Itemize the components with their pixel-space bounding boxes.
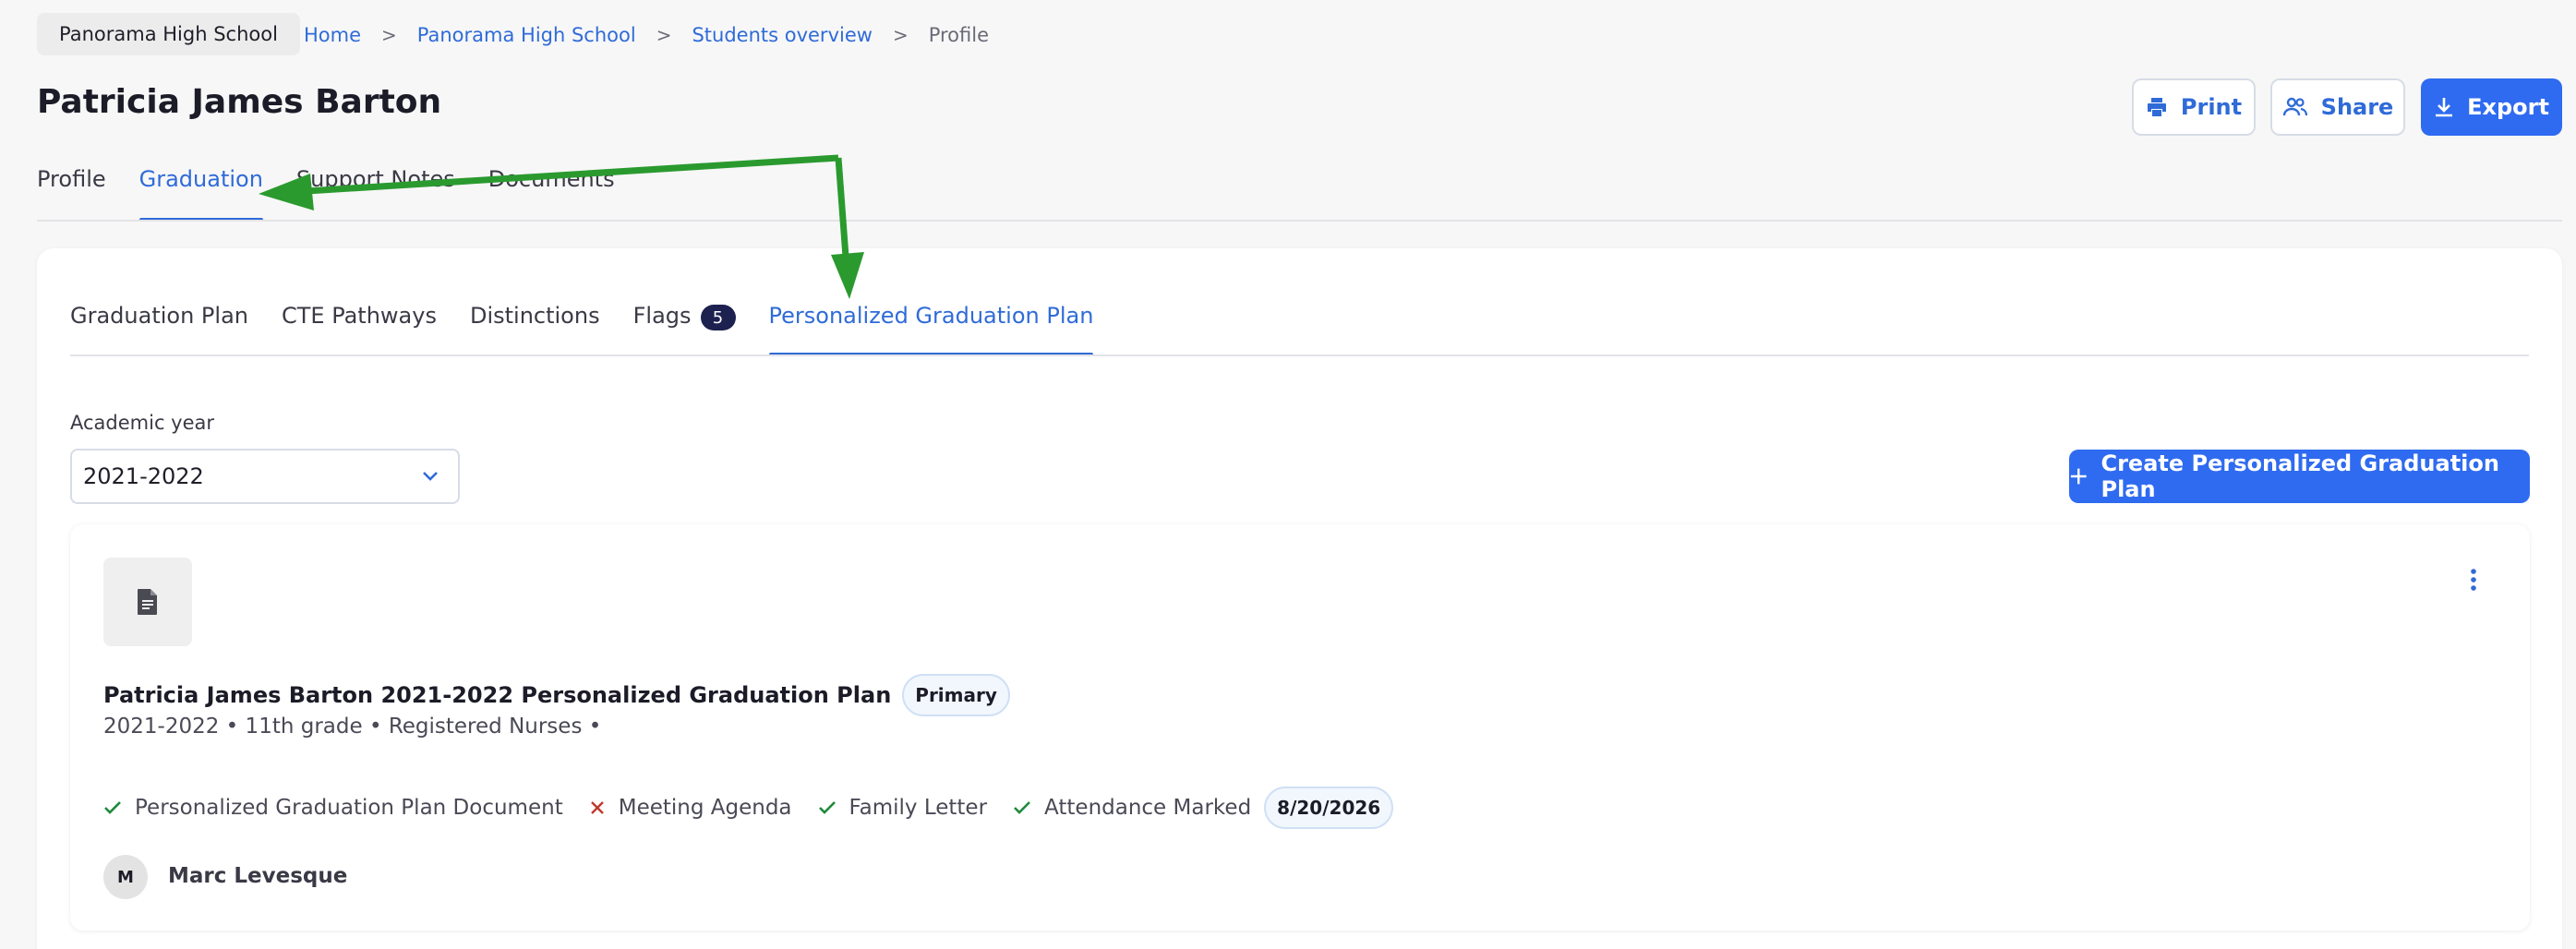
tab-distinctions[interactable]: Distinctions bbox=[470, 303, 600, 354]
checklist-label: Family Letter bbox=[849, 796, 988, 820]
tab-documents[interactable]: Documents bbox=[488, 166, 615, 220]
avatar: M bbox=[103, 855, 148, 899]
tab-label: Personalized Graduation Plan bbox=[768, 303, 1094, 329]
tab-graduation-plan[interactable]: Graduation Plan bbox=[70, 303, 248, 354]
export-label: Export bbox=[2467, 94, 2549, 120]
plan-title[interactable]: Patricia James Barton 2021-2022 Personal… bbox=[103, 682, 891, 708]
breadcrumb-separator: > bbox=[892, 24, 909, 46]
checklist-item: Personalized Graduation Plan Document bbox=[103, 796, 563, 820]
check-icon bbox=[818, 801, 836, 814]
checklist-label: Personalized Graduation Plan Document bbox=[135, 796, 563, 820]
breadcrumb-students-overview[interactable]: Students overview bbox=[692, 24, 872, 46]
chevron-down-icon bbox=[423, 472, 438, 481]
arrow-to-personalized-tab bbox=[835, 157, 849, 258]
academic-year-value: 2021-2022 bbox=[83, 463, 204, 489]
checklist-item: Attendance Marked bbox=[1013, 796, 1251, 820]
breadcrumb-separator: > bbox=[656, 24, 672, 46]
download-icon bbox=[2436, 98, 2453, 117]
attendance-date-badge: 8/20/2026 bbox=[1264, 787, 1394, 829]
tab-label: CTE Pathways bbox=[281, 303, 437, 329]
create-button-label: Create Personalized Graduation Plan bbox=[2101, 450, 2499, 502]
plan-title-row: Patricia James Barton 2021-2022 Personal… bbox=[103, 674, 1010, 716]
share-button[interactable]: Share bbox=[2270, 78, 2405, 136]
breadcrumb-school[interactable]: Panorama High School bbox=[417, 24, 636, 46]
academic-year-select[interactable]: 2021-2022 bbox=[70, 449, 460, 504]
breadcrumb-separator: > bbox=[381, 24, 397, 46]
print-button[interactable]: Print bbox=[2132, 78, 2256, 136]
tab-support-notes[interactable]: Support Notes bbox=[296, 166, 455, 220]
checklist-item: Family Letter bbox=[818, 796, 988, 820]
print-label: Print bbox=[2180, 94, 2243, 120]
document-icon bbox=[138, 589, 157, 615]
more-options-icon[interactable] bbox=[2460, 563, 2487, 596]
checklist-item: Meeting Agenda bbox=[589, 796, 792, 820]
tab-label: Flags bbox=[632, 303, 692, 329]
breadcrumb-current: Profile bbox=[928, 24, 989, 46]
export-button[interactable]: Export bbox=[2421, 78, 2562, 136]
check-icon bbox=[1014, 801, 1030, 814]
breadcrumb-home[interactable]: Home bbox=[304, 24, 361, 46]
tab-graduation[interactable]: Graduation bbox=[138, 166, 264, 222]
academic-year-label: Academic year bbox=[70, 412, 215, 434]
share-label: Share bbox=[2320, 94, 2394, 120]
tab-label: Graduation Plan bbox=[70, 303, 248, 329]
tab-flags[interactable]: Flags 5 bbox=[633, 303, 736, 354]
checklist-label: Meeting Agenda bbox=[618, 796, 792, 820]
printer-icon bbox=[2147, 98, 2166, 116]
checklist-label: Attendance Marked bbox=[1044, 796, 1252, 820]
flags-count-badge: 5 bbox=[700, 305, 736, 330]
people-icon bbox=[2282, 97, 2307, 116]
page-title: Patricia James Barton bbox=[37, 83, 442, 121]
main-tabs-divider bbox=[37, 220, 2562, 222]
sub-tabs: Graduation Plan CTE Pathways Distinction… bbox=[70, 303, 1126, 356]
document-tile bbox=[103, 558, 192, 646]
check-icon bbox=[104, 801, 121, 814]
main-tabs: Profile Graduation Support Notes Documen… bbox=[37, 166, 648, 222]
plan-checklist: Personalized Graduation Plan Document Me… bbox=[103, 787, 1394, 829]
plan-meta: 2021-2022 • 11th grade • Registered Nurs… bbox=[103, 715, 602, 739]
sub-tabs-divider bbox=[70, 354, 2529, 356]
plus-icon bbox=[2070, 468, 2087, 485]
breadcrumb: Home > Panorama High School > Students o… bbox=[304, 20, 989, 50]
create-personalized-graduation-plan-button[interactable]: Create Personalized Graduation Plan bbox=[2069, 450, 2530, 503]
tab-label: Distinctions bbox=[469, 303, 600, 329]
tab-profile[interactable]: Profile bbox=[37, 166, 106, 220]
tab-cte-pathways[interactable]: CTE Pathways bbox=[282, 303, 437, 354]
cross-icon bbox=[590, 801, 604, 814]
primary-badge: Primary bbox=[902, 674, 1010, 716]
school-chip[interactable]: Panorama High School bbox=[37, 13, 300, 55]
tab-personalized-graduation-plan[interactable]: Personalized Graduation Plan bbox=[768, 303, 1094, 356]
owner-name: Marc Levesque bbox=[168, 864, 348, 888]
